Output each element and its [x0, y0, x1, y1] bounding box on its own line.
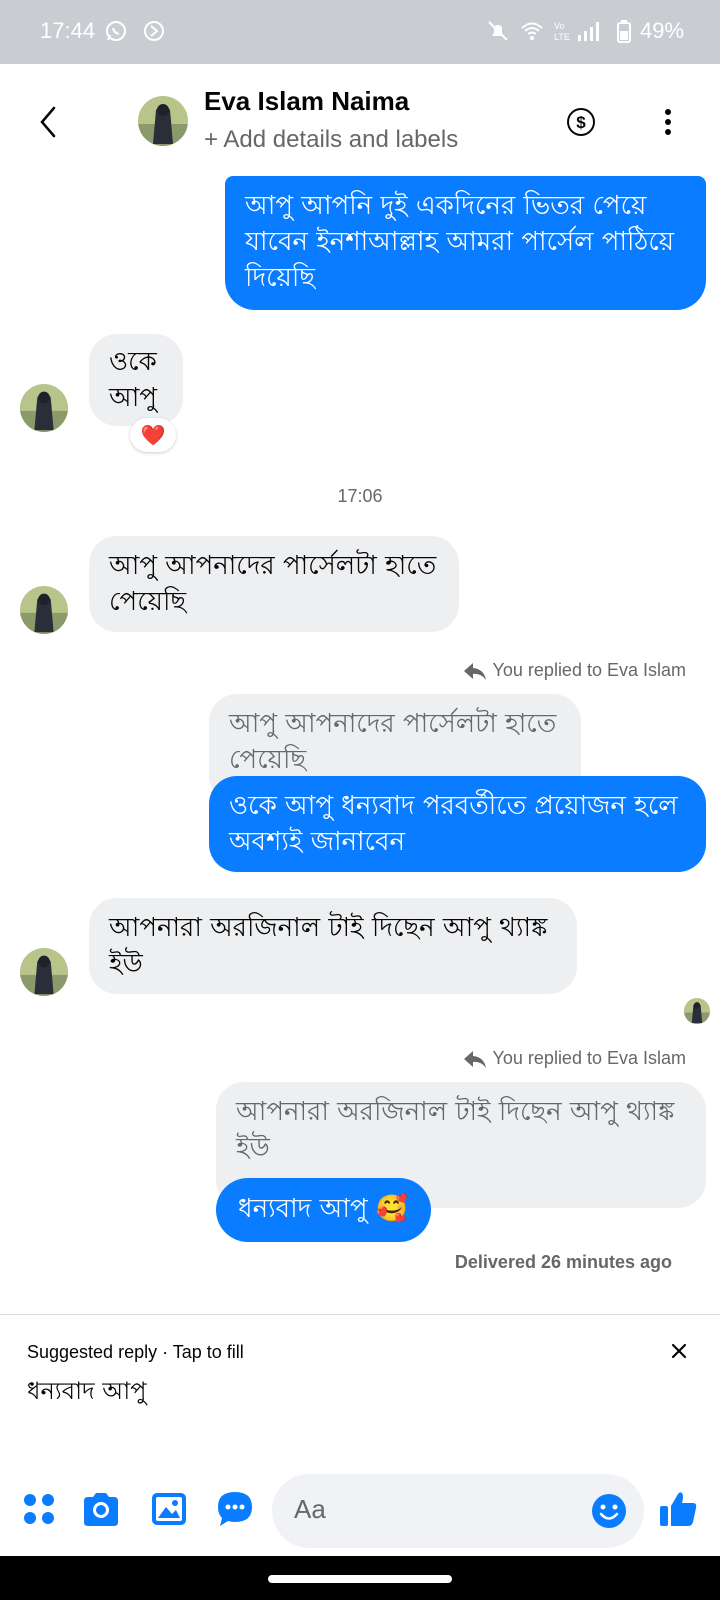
signal-icon: [576, 19, 600, 43]
reply-icon: [463, 662, 486, 680]
replied-to-text: You replied to Eva Islam: [492, 660, 686, 680]
message-list[interactable]: আপু আপনি দুই একদিনের ভিতর পেয়ে যাবেন ইন…: [0, 176, 720, 1312]
system-nav-bar: [0, 1556, 720, 1600]
quoted-text: আপনারা অরজিনাল টাই দিছেন আপু থ্যাঙ্ক ইউ: [236, 1097, 675, 1163]
replied-to-label: You replied to Eva Islam: [463, 660, 686, 681]
quoted-text: আপু আপনাদের পার্সেলটা হাতে পেয়েছি: [229, 709, 557, 775]
replied-to-label: You replied to Eva Islam: [463, 1048, 686, 1069]
gallery-icon[interactable]: [148, 1488, 190, 1530]
divider: [0, 1314, 720, 1315]
message-bubble-outgoing[interactable]: আপু আপনি দুই একদিনের ভিতর পেয়ে যাবেন ইন…: [225, 176, 706, 310]
suggested-reply-label: Suggested reply · Tap to fill: [27, 1342, 244, 1362]
apps-icon[interactable]: [18, 1488, 60, 1530]
replied-to-text: You replied to Eva Islam: [492, 1048, 686, 1068]
emoji-icon[interactable]: [590, 1492, 628, 1530]
svg-text:Vo: Vo: [554, 21, 565, 31]
message-input-placeholder: Aa: [294, 1494, 326, 1524]
heart-reaction[interactable]: ❤️: [130, 418, 176, 452]
home-indicator[interactable]: [268, 1575, 452, 1583]
suggested-reply-text[interactable]: ধন্যবাদ আপু: [27, 1374, 147, 1408]
battery-percent: 49%: [640, 18, 685, 43]
whatsapp-icon: [104, 19, 128, 43]
nav-icon: [142, 19, 166, 43]
reply-icon: [463, 1050, 486, 1068]
message-text: আপনারা অরজিনাল টাই দিছেন আপু থ্যাঙ্ক ইউ: [109, 913, 548, 979]
sender-avatar[interactable]: [20, 948, 68, 996]
sender-avatar[interactable]: [20, 384, 68, 432]
message-bubble-incoming[interactable]: ওকে আপু: [89, 334, 183, 426]
contact-name[interactable]: Eva Islam Naima: [204, 86, 409, 117]
battery-icon: [612, 19, 636, 43]
message-text: ধন্যবাদ আপু 🥰: [238, 1194, 409, 1224]
contact-avatar[interactable]: [138, 96, 188, 146]
like-icon[interactable]: [658, 1488, 700, 1530]
message-bubble-incoming[interactable]: আপু আপনাদের পার্সেলটা হাতে পেয়েছি: [89, 536, 459, 632]
delivery-status: Delivered 26 minutes ago: [454, 1252, 672, 1272]
message-text: আপু আপনাদের পার্সেলটা হাতে পেয়েছি: [109, 551, 437, 617]
chat-header: Eva Islam Naima + Add details and labels…: [0, 64, 720, 176]
composer-bar: Aa: [0, 1470, 720, 1560]
status-bar: 17:44 Vo LTE 49%: [0, 0, 720, 64]
chat-bubble-icon[interactable]: [214, 1488, 256, 1530]
heart-icon: ❤️: [140, 423, 166, 447]
close-icon[interactable]: [666, 1338, 692, 1364]
add-details-link[interactable]: + Add details and labels: [204, 126, 458, 154]
status-time: 17:44: [40, 18, 96, 43]
message-input[interactable]: Aa: [272, 1474, 644, 1548]
more-icon[interactable]: [656, 106, 680, 138]
message-text: আপু আপনি দুই একদিনের ভিতর পেয়ে যাবেন ইন…: [245, 191, 675, 293]
svg-text:$: $: [576, 113, 586, 132]
seen-avatar: [684, 998, 710, 1024]
message-bubble-incoming[interactable]: আপনারা অরজিনাল টাই দিছেন আপু থ্যাঙ্ক ইউ: [89, 898, 577, 994]
svg-text:LTE: LTE: [554, 32, 570, 42]
camera-icon[interactable]: [80, 1488, 122, 1530]
back-icon[interactable]: [34, 102, 62, 142]
sender-avatar[interactable]: [20, 586, 68, 634]
message-bubble-outgoing[interactable]: ওকে আপু ধন্যবাদ পরবর্তীতে প্রয়োজন হলে অ…: [209, 776, 706, 872]
dollar-icon[interactable]: $: [565, 106, 597, 138]
time-separator: 17:06: [337, 486, 383, 506]
message-text: ওকে আপু: [109, 347, 157, 413]
mute-icon: [486, 19, 510, 43]
volte-icon: Vo LTE: [552, 19, 576, 43]
message-text: ওকে আপু ধন্যবাদ পরবর্তীতে প্রয়োজন হলে অ…: [229, 791, 678, 857]
wifi-icon: [520, 19, 544, 43]
message-bubble-outgoing[interactable]: ধন্যবাদ আপু 🥰: [216, 1178, 431, 1242]
